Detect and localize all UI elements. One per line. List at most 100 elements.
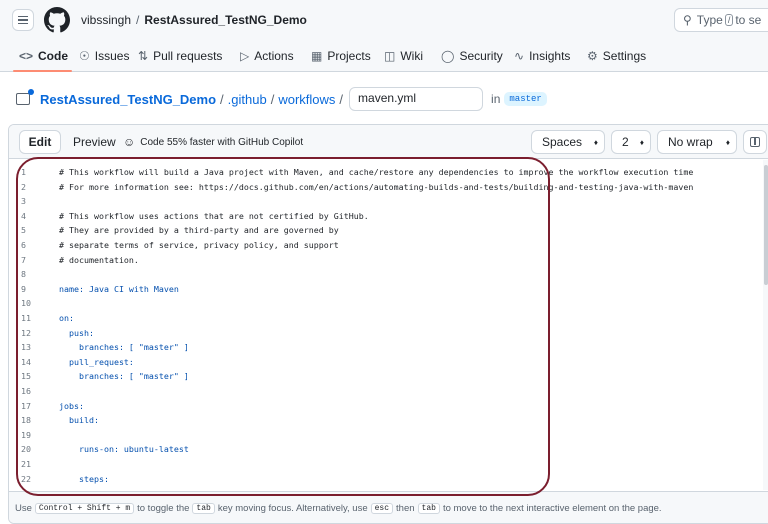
- code-line[interactable]: 3: [9, 194, 768, 208]
- breadcrumb-repo-link[interactable]: RestAssured_TestNG_Demo: [40, 92, 216, 107]
- file-tree-toggle-icon[interactable]: [16, 89, 34, 105]
- git-pull-request-icon: ⇅: [138, 49, 149, 63]
- menu-icon[interactable]: [12, 9, 34, 31]
- indent-size-select[interactable]: 2 ♦: [611, 130, 651, 154]
- line-text: steps:: [59, 473, 109, 484]
- owner-link[interactable]: vibssingh: [81, 13, 131, 27]
- line-number: 12: [21, 327, 31, 338]
- code-line[interactable]: 11 on:: [9, 311, 768, 325]
- gear-icon: ⚙: [587, 49, 598, 63]
- indent-mode-value: Spaces: [542, 135, 583, 149]
- hint-tab-key: tab: [192, 503, 215, 514]
- line-text: on:: [59, 313, 74, 323]
- line-text: pull_request:: [59, 356, 134, 367]
- breadcrumb-github-dir[interactable]: .github: [228, 92, 267, 107]
- line-text: branches: [ "master" ]: [59, 371, 189, 382]
- tab-preview[interactable]: Preview: [67, 130, 122, 154]
- search-placeholder-rest: to se: [735, 13, 762, 27]
- tab-actions[interactable]: ▷ Actions: [240, 40, 294, 72]
- copilot-promo[interactable]: ☺ Code 55% faster with GitHub Copilot: [123, 130, 303, 154]
- code-line[interactable]: 6 # separate terms of service, privacy po…: [9, 238, 768, 252]
- code-line[interactable]: 21: [9, 457, 768, 471]
- tab-issues[interactable]: ☉ Issues: [79, 40, 129, 72]
- header-breadcrumb: vibssingh / RestAssured_TestNG_Demo: [81, 13, 307, 27]
- code-line[interactable]: 20 runs-on: ubuntu-latest: [9, 442, 768, 456]
- wrap-mode-value: No wrap: [668, 135, 713, 149]
- editor-panel: Edit Preview ☺ Code 55% faster with GitH…: [8, 124, 768, 524]
- sidebar-toggle-button[interactable]: [743, 130, 767, 154]
- hint-text: to move to the next interactive element …: [442, 503, 662, 514]
- search-icon: ⚲: [683, 13, 692, 27]
- shield-icon: ◯: [441, 49, 455, 63]
- search-input[interactable]: ⚲ Type / to se: [674, 8, 768, 32]
- line-text: # separate terms of service, privacy pol…: [59, 240, 339, 250]
- file-breadcrumb: RestAssured_TestNG_Demo / .github / work…: [16, 86, 547, 112]
- tab-pull-requests[interactable]: ⇅ Pull requests: [138, 40, 222, 72]
- caret-updown-icon: ♦: [593, 137, 598, 147]
- code-line[interactable]: 8: [9, 267, 768, 281]
- line-number: 7: [21, 254, 26, 265]
- code-line[interactable]: 17 jobs:: [9, 399, 768, 413]
- code-line[interactable]: 22 steps:: [9, 472, 768, 486]
- tab-edit[interactable]: Edit: [19, 130, 61, 154]
- line-number: 2: [21, 181, 26, 192]
- code-editor[interactable]: 1 # This workflow will build a Java proje…: [9, 160, 768, 490]
- play-icon: ▷: [240, 49, 250, 63]
- breadcrumb-separator: /: [339, 91, 344, 107]
- breadcrumb-separator: /: [136, 13, 140, 27]
- filename-input[interactable]: maven.yml: [349, 87, 484, 111]
- tab-code-label: Code: [38, 49, 69, 63]
- code-line[interactable]: 5 # They are provided by a third-party an…: [9, 223, 768, 237]
- code-line[interactable]: 9 name: Java CI with Maven: [9, 282, 768, 296]
- tab-issues-label: Issues: [94, 49, 130, 63]
- table-icon: ▦: [311, 49, 323, 63]
- hint-esc-key: esc: [370, 503, 394, 514]
- line-text: # This workflow will build a Java projec…: [59, 167, 694, 177]
- line-number: 6: [21, 240, 26, 250]
- tab-projects[interactable]: ▦ Projects: [311, 40, 371, 72]
- indent-mode-select[interactable]: Spaces ♦: [531, 130, 605, 154]
- copilot-icon: ☺: [123, 135, 136, 149]
- wrap-mode-select[interactable]: No wrap ♦: [657, 130, 737, 154]
- line-number: 21: [21, 459, 31, 469]
- code-line[interactable]: 16: [9, 384, 768, 398]
- code-line[interactable]: 19: [9, 428, 768, 442]
- tab-wiki[interactable]: ◫ Wiki: [384, 40, 423, 72]
- line-number: 11: [21, 313, 31, 323]
- tab-security[interactable]: ◯ Security: [441, 40, 503, 72]
- line-text: branches: [ "master" ]: [59, 342, 189, 353]
- line-number: 19: [21, 429, 31, 440]
- code-line[interactable]: 18 build:: [9, 413, 768, 427]
- code-line[interactable]: 2 # For more information see: https://doc…: [9, 180, 768, 194]
- code-line[interactable]: 10: [9, 296, 768, 310]
- tab-code[interactable]: <> Code: [12, 40, 73, 72]
- repo-link[interactable]: RestAssured_TestNG_Demo: [144, 13, 307, 27]
- caret-updown-icon: ♦: [639, 137, 644, 147]
- in-label: in: [491, 92, 501, 106]
- caret-updown-icon: ♦: [725, 137, 730, 147]
- hint-text: key moving focus. Alternatively, use: [217, 503, 368, 514]
- hint-tab-key: tab: [417, 503, 440, 514]
- tab-insights[interactable]: ∿ Insights: [514, 40, 570, 72]
- tab-settings-label: Settings: [602, 49, 647, 63]
- code-line[interactable]: 7 # documentation.: [9, 253, 768, 267]
- github-logo-icon[interactable]: [44, 7, 70, 33]
- tab-settings[interactable]: ⚙ Settings: [587, 40, 646, 72]
- code-line[interactable]: 13 branches: [ "master" ]: [9, 340, 768, 354]
- code-line[interactable]: 15 branches: [ "master" ]: [9, 369, 768, 383]
- hint-shortcut: Control + Shift + m: [34, 503, 135, 514]
- repo-nav: <> Code ☉ Issues ⇅ Pull requests ▷ Actio…: [0, 40, 768, 72]
- editor-toolbar: Edit Preview ☺ Code 55% faster with GitH…: [9, 125, 768, 159]
- line-number: 18: [21, 415, 31, 426]
- editor-scrollbar-thumb[interactable]: [764, 165, 768, 285]
- indent-size-value: 2: [622, 135, 629, 149]
- line-text: # documentation.: [59, 254, 139, 265]
- code-line[interactable]: 12 push:: [9, 326, 768, 340]
- line-number: 10: [21, 298, 31, 309]
- code-line[interactable]: 1 # This workflow will build a Java proje…: [9, 165, 768, 179]
- line-text: # This workflow uses actions that are no…: [59, 210, 369, 221]
- code-line[interactable]: 14 pull_request:: [9, 355, 768, 369]
- tab-projects-label: Projects: [327, 49, 371, 63]
- code-line[interactable]: 4 # This workflow uses actions that are n…: [9, 209, 768, 223]
- breadcrumb-workflows-dir[interactable]: workflows: [278, 92, 335, 107]
